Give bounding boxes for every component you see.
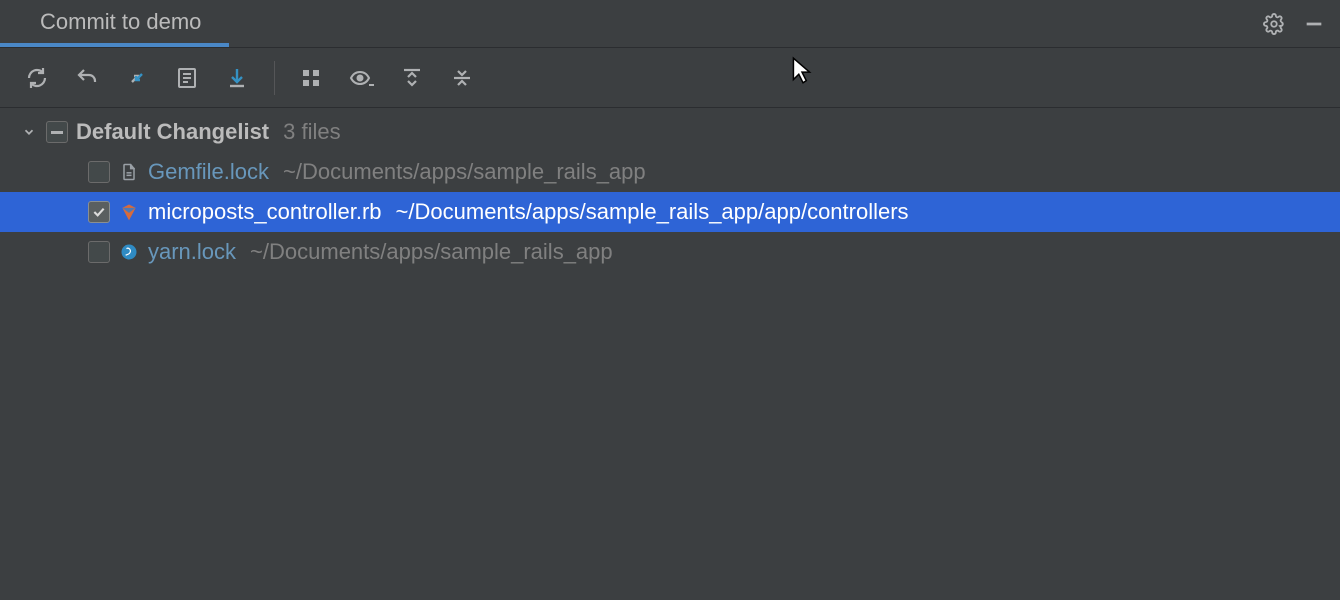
file-name: yarn.lock	[148, 239, 236, 265]
file-row[interactable]: Gemfile.lock ~/Documents/apps/sample_rai…	[0, 152, 1340, 192]
collapse-all-icon[interactable]	[447, 63, 477, 93]
file-path: ~/Documents/apps/sample_rails_app	[250, 239, 613, 265]
panel-header: Commit to demo	[0, 0, 1340, 48]
diff-icon[interactable]	[172, 63, 202, 93]
file-row[interactable]: yarn.lock ~/Documents/apps/sample_rails_…	[0, 232, 1340, 272]
yarn-file-icon	[118, 241, 140, 263]
changelist-checkbox[interactable]	[46, 121, 68, 143]
ruby-file-icon	[118, 201, 140, 223]
changelist-tree: Default Changelist 3 files Gemfile.lock …	[0, 108, 1340, 272]
changelist-header-row[interactable]: Default Changelist 3 files	[0, 112, 1340, 152]
changelist-count: 3 files	[283, 119, 340, 145]
group-by-icon[interactable]	[297, 63, 327, 93]
expand-all-icon[interactable]	[397, 63, 427, 93]
text-file-icon	[118, 161, 140, 183]
refresh-icon[interactable]	[22, 63, 52, 93]
toolbar-separator	[274, 61, 275, 95]
chevron-down-icon[interactable]	[20, 125, 38, 139]
file-path: ~/Documents/apps/sample_rails_app/app/co…	[396, 199, 909, 225]
shelve-icon[interactable]	[222, 63, 252, 93]
gear-icon[interactable]	[1262, 12, 1286, 36]
file-checkbox[interactable]	[88, 201, 110, 223]
file-name: Gemfile.lock	[148, 159, 269, 185]
show-options-icon[interactable]	[347, 63, 377, 93]
file-checkbox[interactable]	[88, 241, 110, 263]
tab-label: Commit to demo	[40, 9, 201, 35]
toolbar	[0, 48, 1340, 108]
file-path: ~/Documents/apps/sample_rails_app	[283, 159, 646, 185]
file-checkbox[interactable]	[88, 161, 110, 183]
minimize-icon[interactable]	[1302, 12, 1326, 36]
tab-commit[interactable]: Commit to demo	[0, 0, 229, 47]
changelist-name: Default Changelist	[76, 119, 269, 145]
file-row[interactable]: microposts_controller.rb ~/Documents/app…	[0, 192, 1340, 232]
file-name: microposts_controller.rb	[148, 199, 382, 225]
rollback-icon[interactable]	[72, 63, 102, 93]
swap-icon[interactable]	[122, 63, 152, 93]
